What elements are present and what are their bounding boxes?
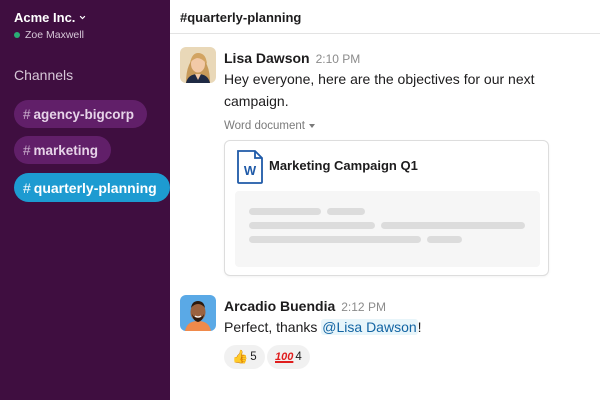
avatar-image [180, 295, 216, 331]
attachment-type-toggle[interactable]: Word document [224, 120, 315, 132]
message-text: Perfect, thanks @Lisa Dawson! [224, 316, 422, 338]
avatar-lisa-dawson[interactable] [180, 47, 216, 83]
sidebar-channel-agency-bigcorp[interactable]: # agency-bigcorp [14, 100, 148, 128]
preview-line [249, 236, 421, 243]
svg-text:W: W [244, 163, 257, 178]
thumbs-up-icon: 👍 [232, 349, 249, 365]
message-text-part: Perfect, thanks [224, 319, 322, 335]
channel-label: agency-bigcorp [33, 106, 135, 122]
sender-name[interactable]: Lisa Dawson [224, 50, 310, 66]
message-text: Hey everyone, here are the objectives fo… [224, 71, 535, 109]
word-document-icon: W [237, 150, 263, 184]
hash-icon: # [23, 179, 31, 196]
reaction-hundred-points[interactable]: 100 4 [267, 345, 310, 369]
hash-icon: # [23, 142, 31, 158]
workspace-name: Acme Inc. [14, 10, 76, 25]
document-title: Marketing Campaign Q1 [269, 158, 418, 173]
message-timestamp[interactable]: 2:10 PM [316, 52, 361, 66]
document-preview [235, 191, 540, 267]
workspace-switcher[interactable]: Acme Inc. [14, 10, 86, 25]
hash-icon: # [23, 106, 31, 122]
chevron-down-icon [80, 15, 86, 20]
attachment-type-label: Word document [224, 120, 305, 132]
message-timestamp[interactable]: 2:12 PM [341, 300, 386, 314]
channels-heading: Channels [14, 67, 74, 83]
preview-line [249, 208, 321, 215]
message-pane: #quarterly-planning Lisa Dawson 2:10 PM … [170, 0, 600, 400]
current-user[interactable]: Zoe Maxwell [14, 29, 84, 41]
avatar-image [180, 47, 216, 83]
sidebar: Acme Inc. Zoe Maxwell Channels # agency-… [0, 0, 170, 400]
sender-name[interactable]: Arcadio Buendia [224, 298, 335, 314]
channel-label: marketing [33, 142, 99, 158]
presence-active-icon [14, 32, 20, 38]
reaction-thumbs-up[interactable]: 👍 5 [224, 345, 265, 369]
preview-line [249, 222, 375, 229]
hundred-points-icon: 100 [275, 351, 294, 363]
sidebar-channel-marketing[interactable]: # marketing [14, 136, 112, 164]
avatar-arcadio-buendia[interactable] [180, 295, 216, 331]
preview-line [381, 222, 525, 229]
channel-label: quarterly-planning [33, 179, 157, 196]
channel-header: #quarterly-planning [170, 0, 600, 34]
user-name: Zoe Maxwell [25, 29, 84, 41]
reaction-count: 4 [295, 351, 302, 363]
caret-down-icon [308, 124, 315, 128]
message-header: Lisa Dawson 2:10 PM [224, 50, 360, 66]
message-text-part: ! [417, 319, 422, 335]
channel-title[interactable]: #quarterly-planning [180, 10, 301, 25]
sidebar-channel-quarterly-planning[interactable]: # quarterly-planning [14, 173, 170, 202]
preview-line [427, 236, 462, 243]
preview-line [327, 208, 365, 215]
reaction-count: 5 [250, 351, 257, 363]
message-header: Arcadio Buendia 2:12 PM [224, 298, 386, 314]
user-mention[interactable]: @Lisa Dawson [321, 319, 418, 335]
document-attachment-card[interactable]: W Marketing Campaign Q1 [224, 140, 549, 276]
